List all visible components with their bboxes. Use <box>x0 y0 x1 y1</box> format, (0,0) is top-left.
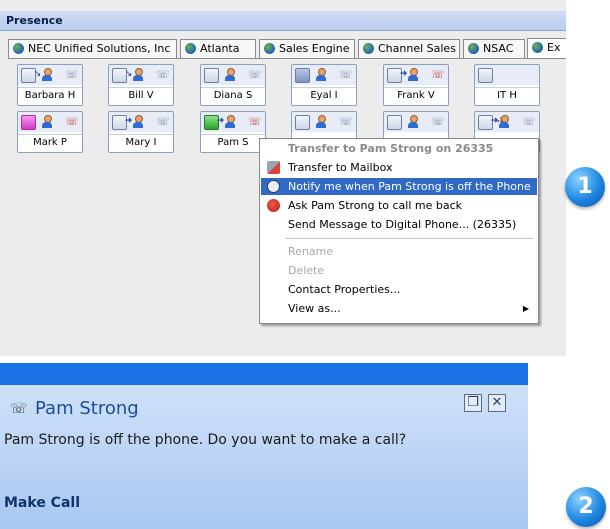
contact-tile-mary-i[interactable]: ➜ ☏ Mary I <box>108 111 174 153</box>
menu-separator <box>285 238 533 239</box>
tab-label: Atlanta <box>200 42 240 55</box>
contact-context-menu: Transfer to Pam Strong on 26335 Transfer… <box>259 138 539 324</box>
tab-label: Sales Engine <box>279 42 350 55</box>
phone-active-icon: ☏ <box>65 115 79 128</box>
phone-icon: ☏ <box>522 115 536 128</box>
phone-active-icon: ☏ <box>431 68 445 81</box>
notification-toast: ☏ Pam Strong ❐ ✕ Pam Strong is off the p… <box>0 385 528 529</box>
presence-panel: Presence NEC Unified Solutions, Inc Atla… <box>0 0 566 356</box>
phone-status-icon: ☏ <box>10 401 28 417</box>
globe-icon <box>363 43 374 54</box>
phone-active-icon: ☏ <box>248 115 262 128</box>
person-icon <box>131 68 144 81</box>
tab-label: Channel Sales <box>378 42 456 55</box>
people-icon <box>131 115 144 128</box>
contact-name: IT H <box>475 87 539 104</box>
status-icon <box>295 68 310 83</box>
person-icon <box>223 115 236 128</box>
contact-tile-eyal-i[interactable]: ☏ Eyal I <box>291 64 357 106</box>
submenu-arrow-icon: ▶ <box>522 304 529 313</box>
menu-item-ask-call-back[interactable]: Ask Pam Strong to call me back <box>261 197 537 214</box>
contact-name: Frank V <box>384 87 448 104</box>
phone-icon: ☏ <box>339 68 353 81</box>
phone-icon: ☏ <box>431 115 445 128</box>
status-icon <box>21 115 36 130</box>
contact-tile-bill-v[interactable]: ↘ ☏ Bill V <box>108 64 174 106</box>
globe-icon <box>185 43 196 54</box>
contact-name: Mark P <box>18 134 82 151</box>
menu-item-view-as[interactable]: View as... ▶ <box>261 300 537 317</box>
globe-icon <box>264 43 275 54</box>
tab-label: NSAC <box>483 42 514 55</box>
airplane-icon: ✈ <box>497 115 510 128</box>
person-icon <box>314 68 327 81</box>
tab-label: Ex <box>547 41 561 54</box>
menu-item-delete: Delete <box>288 264 325 277</box>
tab-divider <box>8 58 566 59</box>
group-tabs: NEC Unified Solutions, Inc Atlanta Sales… <box>8 38 566 58</box>
contact-name: Eyal I <box>292 87 356 104</box>
phone-icon: ☏ <box>156 115 170 128</box>
menu-item-transfer-to-mailbox[interactable]: Transfer to Mailbox <box>261 159 537 176</box>
contact-name: Mary I <box>109 134 173 151</box>
people-icon <box>406 115 419 128</box>
menu-header: Transfer to Pam Strong on 26335 <box>288 142 494 155</box>
phone-icon: ☏ <box>65 68 79 81</box>
person-icon <box>223 68 236 81</box>
contact-tile-diana-s[interactable]: ☏ Diana S <box>200 64 266 106</box>
contact-tile-pam-s[interactable]: ➜ ☏ Pam S <box>200 111 266 153</box>
status-icon <box>295 115 310 130</box>
phone-icon: ☏ <box>339 115 353 128</box>
restore-icon[interactable]: ❐ <box>464 394 482 412</box>
status-icon <box>204 68 219 83</box>
presence-title: Presence <box>6 14 63 27</box>
toast-title-bar <box>0 363 528 385</box>
transfer-icon <box>267 161 280 174</box>
contact-name: Diana S <box>201 87 265 104</box>
clock-icon <box>267 180 280 193</box>
contact-tile-mark-p[interactable]: ☏ Mark P <box>17 111 83 153</box>
menu-item-notify-off-phone[interactable]: Notify me when Pam Strong is off the Pho… <box>261 178 537 195</box>
person-icon <box>314 115 327 128</box>
phone-icon: ☏ <box>156 68 170 81</box>
tab-nsac[interactable]: NSAC <box>463 39 525 58</box>
close-icon[interactable]: ✕ <box>488 394 506 412</box>
callout-badge-2: 2 <box>566 487 606 527</box>
contact-name: Pam S <box>201 134 265 151</box>
status-icon <box>387 115 402 130</box>
presence-titlebar: Presence <box>0 11 566 31</box>
contact-name: Bill V <box>109 87 173 104</box>
globe-icon <box>13 43 24 54</box>
person-icon <box>40 68 53 81</box>
contact-tile-frank-v[interactable]: ➜ ☏ Frank V <box>383 64 449 106</box>
globe-icon <box>532 42 543 53</box>
phone-icon: ☏ <box>248 68 262 81</box>
status-icon <box>478 68 493 83</box>
contact-name: Barbara H <box>18 87 82 104</box>
tab-label: NEC Unified Solutions, Inc <box>28 42 171 55</box>
contact-tile-barbara-h[interactable]: ↘ ☏ Barbara H <box>17 64 83 106</box>
toast-title: Pam Strong <box>35 398 139 419</box>
tab-sales-engine[interactable]: Sales Engine <box>259 39 355 58</box>
globe-icon <box>468 43 479 54</box>
menu-item-contact-properties[interactable]: Contact Properties... <box>261 281 537 298</box>
toast-message: Pam Strong is off the phone. Do you want… <box>4 432 407 448</box>
menu-item-rename: Rename <box>288 245 334 258</box>
contact-tile-it-h[interactable]: IT H <box>474 64 540 106</box>
people-icon <box>406 68 419 81</box>
person-icon <box>40 115 53 128</box>
tab-channel-sales[interactable]: Channel Sales <box>358 39 460 58</box>
tab-nec-unified-solutions[interactable]: NEC Unified Solutions, Inc <box>8 39 177 58</box>
tab-atlanta[interactable]: Atlanta <box>180 39 256 58</box>
make-call-link[interactable]: Make Call <box>4 495 80 511</box>
callout-badge-1: 1 <box>565 167 605 207</box>
tab-ex[interactable]: Ex <box>527 38 566 58</box>
menu-item-send-message[interactable]: Send Message to Digital Phone... (26335) <box>261 216 537 233</box>
callback-icon <box>267 199 280 212</box>
